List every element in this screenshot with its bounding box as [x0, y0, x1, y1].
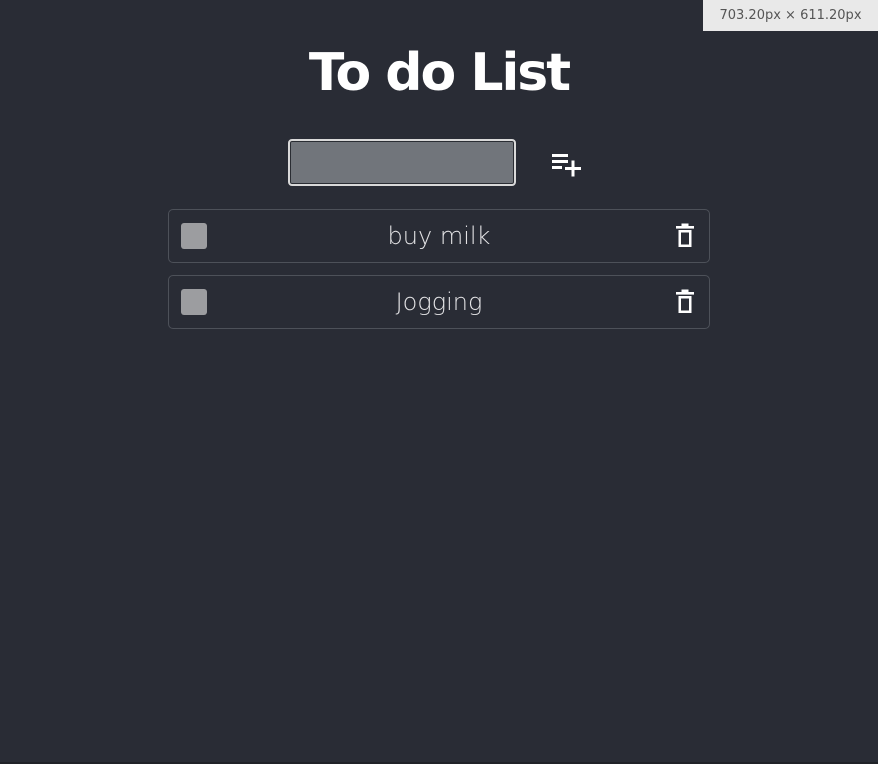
trash-icon — [676, 223, 694, 247]
add-task-button[interactable] — [546, 146, 588, 182]
todo-item: buy milk — [168, 209, 710, 263]
page-title: To do List — [308, 43, 571, 103]
viewport-size-badge: 703.20px × 611.20px — [703, 0, 878, 31]
new-task-input[interactable] — [288, 139, 516, 186]
playlist-add-icon — [552, 154, 581, 177]
todo-item: Jogging — [168, 275, 710, 329]
trash-icon — [676, 289, 694, 313]
todo-text: buy milk — [387, 222, 491, 250]
todo-checkbox[interactable] — [181, 289, 207, 315]
delete-task-button[interactable] — [671, 288, 699, 316]
todo-text: Jogging — [395, 288, 483, 316]
todo-checkbox[interactable] — [181, 223, 207, 249]
delete-task-button[interactable] — [671, 222, 699, 250]
